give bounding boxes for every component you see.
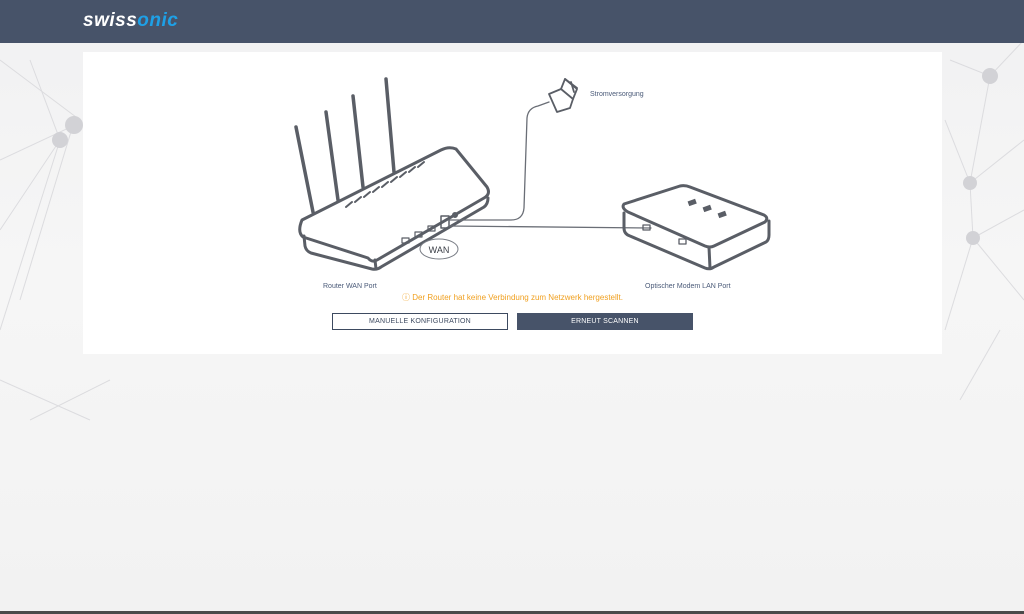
- wan-badge-text: WAN: [429, 245, 450, 255]
- connection-diagram: WAN: [294, 77, 771, 271]
- manual-configuration-button[interactable]: MANUELLE KONFIGURATION: [332, 313, 508, 330]
- router-wan-port-label: Router WAN Port: [323, 283, 377, 290]
- rescan-button[interactable]: ERNEUT SCANNEN: [517, 313, 693, 330]
- modem-cable: [448, 225, 652, 229]
- optical-modem-icon: [621, 184, 771, 271]
- logo-text-part1: swiss: [83, 10, 138, 31]
- swissonic-logo[interactable]: swissonic: [83, 9, 178, 33]
- top-header-bar: swissonic: [0, 0, 1024, 43]
- connection-warning-message: ⓘ Der Router hat keine Verbindung zum Ne…: [402, 293, 623, 302]
- main-card: WAN Stromversorgung Router WAN Port Opti…: [83, 52, 942, 354]
- logo-text-part2: onic: [137, 10, 179, 31]
- power-supply-label: Stromversorgung: [590, 91, 644, 98]
- modem-lan-port-label: Optischer Modem LAN Port: [645, 283, 731, 290]
- power-plug-icon: [548, 78, 578, 113]
